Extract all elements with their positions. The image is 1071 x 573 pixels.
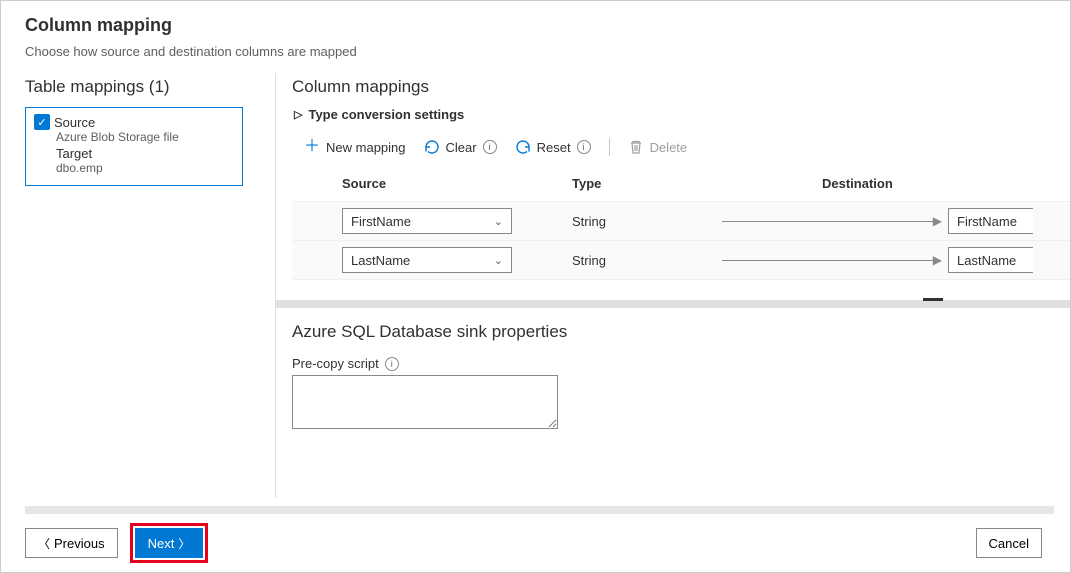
info-icon[interactable]: i	[577, 140, 591, 154]
type-value: String	[572, 214, 722, 229]
right-pane: Column mappings ▷ Type conversion settin…	[275, 73, 1070, 498]
source-value: FirstName	[351, 214, 411, 229]
previous-button[interactable]: 〈 Previous	[25, 528, 118, 558]
new-mapping-button[interactable]: ＋ New mapping	[304, 139, 406, 155]
drag-handle-icon	[923, 298, 943, 301]
highlight-annotation: Next 〉	[130, 523, 209, 563]
destination-column-field[interactable]: LastName	[948, 247, 1033, 273]
precopy-label: Pre-copy script i	[292, 356, 1070, 371]
delete-label: Delete	[650, 140, 688, 155]
info-icon[interactable]: i	[385, 357, 399, 371]
reset-button[interactable]: Reset i	[515, 139, 591, 155]
precopy-label-text: Pre-copy script	[292, 356, 379, 371]
header-destination: Destination	[822, 176, 1070, 191]
info-icon[interactable]: i	[483, 140, 497, 154]
table-row: LastName ⌄ String ▶ LastName	[292, 240, 1070, 280]
clear-label: Clear	[446, 140, 477, 155]
mapping-arrow: ▶	[722, 253, 942, 267]
type-value: String	[572, 253, 722, 268]
next-button[interactable]: Next 〉	[135, 528, 204, 558]
chevron-right-icon: 〉	[178, 535, 190, 552]
card-target-detail: dbo.emp	[56, 161, 234, 175]
cancel-label: Cancel	[989, 536, 1029, 551]
horizontal-scrollbar[interactable]	[25, 506, 1054, 514]
left-pane: Table mappings (1) ✓ Source Azure Blob S…	[25, 73, 275, 498]
mapping-arrow: ▶	[722, 214, 942, 228]
chevron-down-icon: ⌄	[494, 254, 503, 267]
precopy-script-input[interactable]	[292, 375, 558, 429]
table-mappings-title: Table mappings (1)	[25, 77, 275, 97]
chevron-down-icon: ⌄	[494, 215, 503, 228]
type-conversion-toggle[interactable]: ▷ Type conversion settings	[294, 107, 1070, 122]
source-column-select[interactable]: FirstName ⌄	[342, 208, 512, 234]
header: Column mapping Choose how source and des…	[1, 1, 1070, 73]
table-row: FirstName ⌄ String ▶ FirstName	[292, 201, 1070, 240]
caret-right-icon: ▷	[294, 108, 302, 121]
header-source: Source	[342, 176, 572, 191]
table-mapping-card[interactable]: ✓ Source Azure Blob Storage file Target …	[25, 107, 243, 186]
pane-resize-handle[interactable]	[276, 300, 1070, 308]
header-type: Type	[572, 176, 822, 191]
footer: 〈 Previous Next 〉 Cancel	[1, 514, 1070, 572]
card-source-detail: Azure Blob Storage file	[56, 130, 234, 144]
card-target-label: Target	[56, 146, 234, 161]
refresh-ccw-icon	[424, 139, 440, 155]
destination-value: LastName	[957, 253, 1016, 268]
source-column-select[interactable]: LastName ⌄	[342, 247, 512, 273]
new-mapping-label: New mapping	[326, 140, 406, 155]
trash-icon	[628, 139, 644, 155]
destination-column-field[interactable]: FirstName	[948, 208, 1033, 234]
chevron-left-icon: 〈	[38, 535, 50, 552]
destination-value: FirstName	[957, 214, 1017, 229]
page-subtitle: Choose how source and destination column…	[25, 44, 1046, 59]
delete-button: Delete	[628, 139, 688, 155]
cancel-button[interactable]: Cancel	[976, 528, 1042, 558]
reset-label: Reset	[537, 140, 571, 155]
body: Table mappings (1) ✓ Source Azure Blob S…	[1, 73, 1070, 498]
plus-icon: ＋	[304, 139, 320, 155]
mapping-grid: Source Type Destination FirstName ⌄ Stri…	[292, 170, 1070, 280]
column-mappings-title: Column mappings	[292, 77, 1070, 97]
toolbar-divider	[609, 138, 610, 156]
checkmark-icon: ✓	[34, 114, 50, 130]
mapping-toolbar: ＋ New mapping Clear i Reset i Delete	[292, 138, 1070, 156]
clear-button[interactable]: Clear i	[424, 139, 497, 155]
type-conversion-label: Type conversion settings	[308, 107, 464, 122]
previous-label: Previous	[54, 536, 105, 551]
grid-header: Source Type Destination	[292, 170, 1070, 201]
card-source-label: Source	[54, 115, 95, 130]
source-value: LastName	[351, 253, 410, 268]
page-title: Column mapping	[25, 15, 1046, 36]
refresh-cw-icon	[515, 139, 531, 155]
next-label: Next	[148, 536, 175, 551]
sink-properties-title: Azure SQL Database sink properties	[292, 322, 1070, 342]
